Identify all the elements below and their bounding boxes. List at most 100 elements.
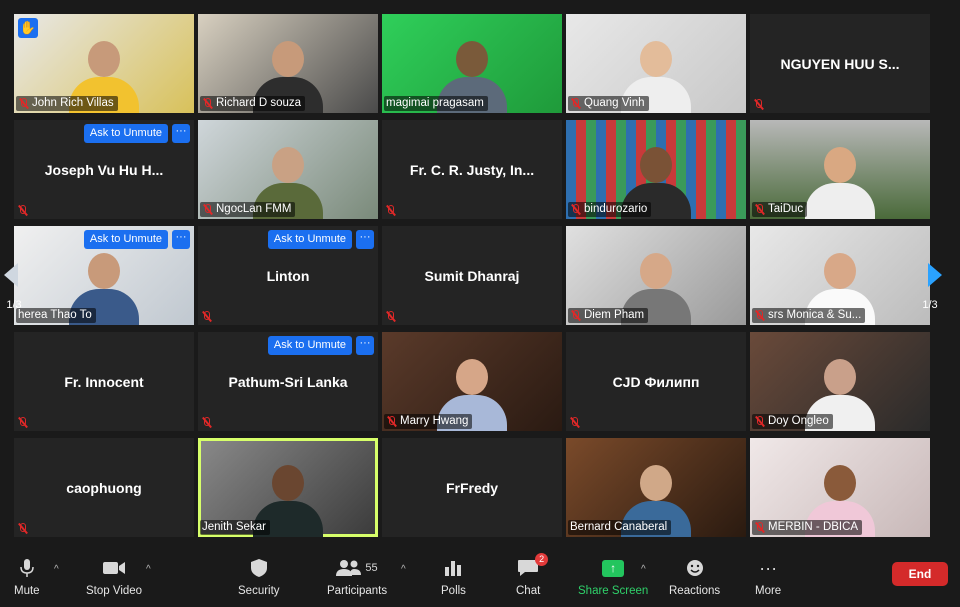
video-tile[interactable]: Ask to Unmute ··· Pathum-Sri Lanka [198, 332, 378, 431]
audio-options-caret-icon[interactable]: ^ [54, 564, 59, 575]
polls-button[interactable]: Polls [441, 557, 466, 597]
video-tile[interactable]: Doy Ongleo [750, 332, 930, 431]
previous-page-arrow-icon[interactable] [4, 263, 18, 287]
participant-name-label: Diem Pham [568, 308, 649, 323]
video-tile[interactable]: CJD Филипп [566, 332, 746, 431]
participant-video [805, 139, 875, 219]
unmute-controls: Ask to Unmute ··· [267, 230, 374, 249]
unmute-controls: Ask to Unmute ··· [83, 230, 190, 249]
mic-muted-icon [570, 310, 581, 321]
mic-muted-icon [18, 98, 29, 109]
ask-to-unmute-button[interactable]: Ask to Unmute [83, 124, 168, 143]
participant-name-label: magimai pragasam [384, 96, 488, 111]
participants-button[interactable]: 55 Participants [327, 557, 387, 597]
video-grid: ✋ John Rich Villas Richard D souza magim… [14, 14, 930, 542]
video-tile[interactable]: Marry Hwang [382, 332, 562, 431]
active-speaker-tile[interactable]: Jenith Sekar [198, 438, 378, 537]
mic-muted-icon [201, 417, 212, 428]
share-screen-label: Share Screen [578, 585, 649, 597]
more-options-button[interactable]: ··· [356, 336, 374, 355]
video-tile[interactable]: Fr. Innocent [14, 332, 194, 431]
security-button[interactable]: Security [238, 557, 280, 597]
more-button[interactable]: ··· More [755, 557, 781, 598]
mic-muted-icon [17, 417, 28, 428]
mic-muted-icon [570, 204, 581, 215]
participant-name: Fr. C. R. Justy, In... [409, 161, 535, 178]
unmute-controls: Ask to Unmute ··· [267, 336, 374, 355]
share-screen-icon: ↑ [602, 557, 625, 579]
video-tile[interactable]: Richard D souza [198, 14, 378, 113]
chat-badge: 2 [535, 553, 549, 566]
raise-hand-icon: ✋ [18, 18, 38, 38]
polls-icon [444, 557, 462, 579]
mic-muted-icon [754, 522, 765, 533]
video-tile[interactable]: magimai pragasam [382, 14, 562, 113]
video-options-caret-icon[interactable]: ^ [146, 564, 151, 575]
participant-name-label: bindurozario [568, 202, 652, 217]
end-meeting-button[interactable]: End [892, 562, 948, 586]
participant-name: Linton [266, 267, 310, 284]
participants-options-caret-icon[interactable]: ^ [401, 564, 406, 575]
page-indicator-left: 1/3 [6, 299, 22, 311]
chat-icon: 2 [517, 553, 549, 579]
mic-muted-icon [754, 204, 765, 215]
more-options-button[interactable]: ··· [172, 230, 190, 249]
video-tile[interactable]: NgocLan FMM [198, 120, 378, 219]
chat-button[interactable]: 2 Chat [516, 553, 549, 597]
mic-muted-icon [17, 523, 28, 534]
video-tile[interactable]: Fr. C. R. Justy, In... [382, 120, 562, 219]
video-tile[interactable]: Diem Pham [566, 226, 746, 325]
chat-label: Chat [516, 585, 541, 597]
participant-name-label: NgocLan FMM [200, 202, 296, 217]
ellipsis-icon: ··· [759, 557, 778, 578]
participant-name-label: herea Thao To [16, 308, 96, 323]
video-tile[interactable]: srs Monica & Su... [750, 226, 930, 325]
video-tile[interactable]: caophuong [14, 438, 194, 537]
video-tile[interactable]: bindurozario [566, 120, 746, 219]
participant-name: CJD Филипп [612, 373, 700, 390]
meeting-toolbar: Mute ^ Stop Video ^ Security 55 Particip… [0, 551, 960, 607]
participant-name: caophuong [66, 479, 142, 496]
mute-button[interactable]: Mute [14, 557, 40, 597]
share-options-caret-icon[interactable]: ^ [641, 564, 646, 575]
smiley-icon [685, 557, 705, 579]
participants-label: Participants [327, 585, 388, 597]
stop-video-button[interactable]: Stop Video [86, 557, 142, 597]
video-tile[interactable]: Quang Vinh [566, 14, 746, 113]
video-tile[interactable]: NGUYEN HUU S... [750, 14, 930, 113]
participant-name: Sumit Dhanraj [424, 267, 520, 284]
security-label: Security [238, 585, 280, 597]
video-tile[interactable]: FrFredy [382, 438, 562, 537]
participant-name-label: Marry Hwang [384, 414, 473, 429]
video-tile[interactable]: Ask to Unmute ··· Linton [198, 226, 378, 325]
polls-label: Polls [441, 585, 466, 597]
video-tile[interactable]: Sumit Dhanraj [382, 226, 562, 325]
participant-name: Pathum-Sri Lanka [228, 373, 348, 390]
ask-to-unmute-button[interactable]: Ask to Unmute [267, 230, 352, 249]
mic-muted-icon [385, 205, 396, 216]
video-tile[interactable]: Ask to Unmute ··· Joseph Vu Hu H... [14, 120, 194, 219]
video-tile[interactable]: Bernard Canaberal [566, 438, 746, 537]
video-tile[interactable]: Ask to Unmute ··· herea Thao To [14, 226, 194, 325]
participant-name-label: Doy Ongleo [752, 414, 833, 429]
mic-muted-icon [754, 310, 765, 321]
participant-name-label: Richard D souza [200, 96, 306, 111]
participants-count: 55 [365, 562, 378, 574]
page-indicator-right: 1/3 [922, 299, 938, 311]
mic-muted-icon [569, 417, 580, 428]
ask-to-unmute-button[interactable]: Ask to Unmute [267, 336, 352, 355]
reactions-button[interactable]: Reactions [669, 557, 720, 597]
more-options-button[interactable]: ··· [172, 124, 190, 143]
participant-name-label: Quang Vinh [568, 96, 649, 111]
video-tile[interactable]: TaiDuc [750, 120, 930, 219]
ask-to-unmute-button[interactable]: Ask to Unmute [83, 230, 168, 249]
next-page-arrow-icon[interactable] [928, 263, 942, 287]
more-options-button[interactable]: ··· [356, 230, 374, 249]
participant-name-label: Jenith Sekar [200, 520, 270, 535]
participant-name: FrFredy [445, 479, 499, 496]
mic-muted-icon [570, 98, 581, 109]
share-screen-button[interactable]: ↑ Share Screen [578, 557, 648, 597]
video-tile[interactable]: MERBIN - DBICA [750, 438, 930, 537]
video-tile[interactable]: ✋ John Rich Villas [14, 14, 194, 113]
participant-name: NGUYEN HUU S... [780, 55, 900, 72]
